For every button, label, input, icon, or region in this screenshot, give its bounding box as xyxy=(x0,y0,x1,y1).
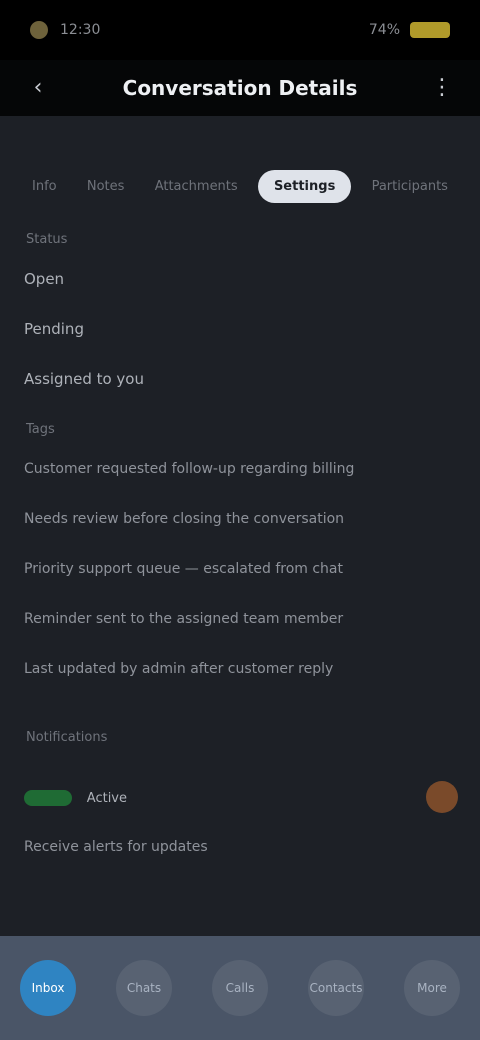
status-row-pending[interactable]: Pending xyxy=(0,304,480,354)
tag-row[interactable]: Needs review before closing the conversa… xyxy=(0,494,480,544)
status-right: 74% xyxy=(369,22,450,38)
nav-label-calls: Calls xyxy=(225,981,255,995)
status-row-open[interactable]: Open xyxy=(0,254,480,304)
page-title: Conversation Details xyxy=(122,76,358,100)
nav-contacts[interactable]: Contacts xyxy=(308,960,364,1016)
tag-row[interactable]: Reminder sent to the assigned team membe… xyxy=(0,594,480,644)
status-left: 12:30 xyxy=(30,21,100,39)
tab-info[interactable]: Info xyxy=(22,171,67,202)
battery-icon xyxy=(410,22,450,38)
section-label-notifications: Notifications xyxy=(26,730,108,745)
tab-bar: Info Notes Attachments Settings Particip… xyxy=(0,158,480,214)
tab-notes[interactable]: Notes xyxy=(77,171,135,202)
tab-participants[interactable]: Participants xyxy=(362,171,458,202)
nav-label-more: More xyxy=(417,981,447,995)
status-row-assigned[interactable]: Assigned to you xyxy=(0,354,480,404)
nav-calls[interactable]: Calls xyxy=(212,960,268,1016)
nav-label-contacts: Contacts xyxy=(309,981,363,995)
back-icon[interactable]: ‹ xyxy=(26,76,50,100)
nav-inbox[interactable]: Inbox xyxy=(20,960,76,1016)
nav-label-inbox: Inbox xyxy=(31,981,65,995)
content: Status Open Pending Assigned to you Tags… xyxy=(0,226,480,872)
battery-percent: 74% xyxy=(368,22,400,38)
tab-settings[interactable]: Settings xyxy=(257,169,352,203)
status-time: 12:30 xyxy=(60,22,101,38)
more-icon[interactable]: ⋮ xyxy=(430,76,454,100)
tag-row[interactable]: Priority support queue — escalated from … xyxy=(0,544,480,594)
avatar[interactable] xyxy=(426,781,458,813)
tab-attachments[interactable]: Attachments xyxy=(145,171,248,202)
tag-row[interactable]: Customer requested follow-up regarding b… xyxy=(0,444,480,494)
status-bar: 12:30 74% xyxy=(0,0,480,60)
nav-more[interactable]: More xyxy=(404,960,460,1016)
notification-summary: Receive alerts for updates xyxy=(24,839,208,855)
nav-label-chats: Chats xyxy=(126,981,162,995)
section-label-tags: Tags xyxy=(26,422,55,437)
app-header: ‹ Conversation Details ⋮ xyxy=(0,60,480,116)
nav-chats[interactable]: Chats xyxy=(116,960,172,1016)
tag-row[interactable]: Last updated by admin after customer rep… xyxy=(0,644,480,694)
section-label-status: Status xyxy=(26,232,68,247)
location-icon xyxy=(30,21,48,39)
status-text: Active xyxy=(86,791,127,806)
status-indicator xyxy=(24,789,72,806)
notification-status-row[interactable]: Active xyxy=(0,772,480,822)
bottom-nav: Inbox Chats Calls Contacts More xyxy=(0,936,480,1040)
